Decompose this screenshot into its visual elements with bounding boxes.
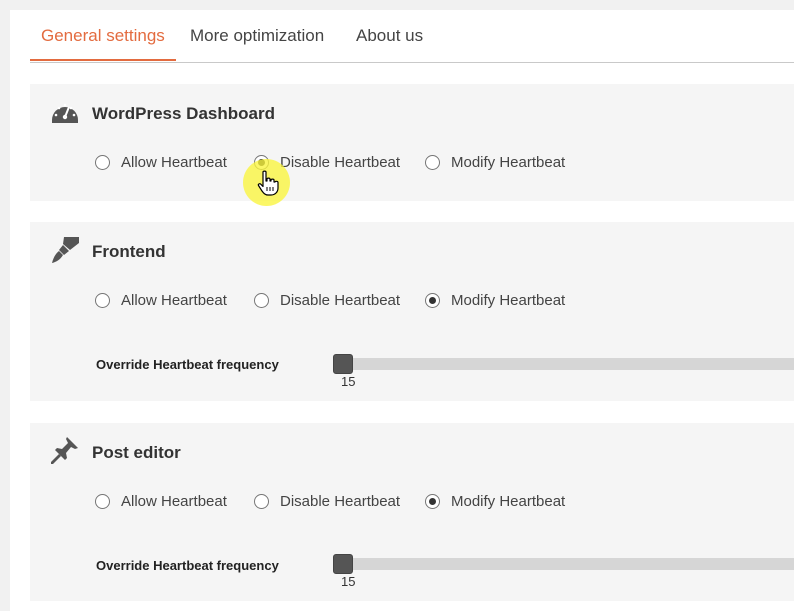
pushpin-icon	[51, 437, 78, 464]
frequency-slider-handle[interactable]	[333, 554, 353, 574]
radio-label: Modify Heartbeat	[451, 492, 566, 510]
frequency-value: 15	[341, 374, 356, 389]
radio-button[interactable]	[425, 292, 440, 308]
radio-modify-heartbeat[interactable]: Modify Heartbeat	[425, 290, 565, 310]
active-tab-indicator	[30, 59, 176, 61]
radio-button[interactable]	[425, 154, 440, 170]
radio-allow-heartbeat[interactable]: Allow Heartbeat	[95, 491, 227, 511]
radio-label: Disable Heartbeat	[280, 153, 401, 171]
tab-bar: General settings More optimization About…	[30, 10, 794, 63]
section-frontend: Frontend Allow Heartbeat Disable Heartbe…	[30, 222, 794, 401]
radio-modify-heartbeat[interactable]: Modify Heartbeat	[425, 491, 565, 511]
radio-label: Allow Heartbeat	[121, 492, 227, 510]
frequency-slider-handle[interactable]	[333, 354, 353, 374]
tab-about-us[interactable]: About us	[356, 26, 423, 46]
radio-button[interactable]	[254, 493, 269, 509]
radio-button[interactable]	[95, 292, 110, 308]
frequency-label: Override Heartbeat frequency	[96, 558, 279, 573]
section-post-editor: Post editor Allow Heartbeat Disable Hear…	[30, 423, 794, 601]
radio-disable-heartbeat[interactable]: Disable Heartbeat	[254, 491, 400, 511]
radio-label: Disable Heartbeat	[280, 492, 401, 510]
tab-general-settings[interactable]: General settings	[41, 26, 165, 46]
frequency-value: 15	[341, 574, 356, 589]
hand-pointer-cursor-icon	[257, 170, 279, 196]
radio-modify-heartbeat[interactable]: Modify Heartbeat	[425, 152, 565, 172]
radio-button[interactable]	[254, 292, 269, 308]
radio-label: Disable Heartbeat	[280, 291, 401, 309]
section-title: WordPress Dashboard	[92, 104, 275, 123]
radio-button[interactable]	[95, 154, 110, 170]
paintbrush-icon	[52, 237, 79, 263]
section-title: Post editor	[92, 443, 181, 462]
radio-button[interactable]	[95, 493, 110, 509]
radio-label: Modify Heartbeat	[451, 153, 566, 171]
dashboard-gauge-icon	[52, 103, 78, 123]
frequency-label: Override Heartbeat frequency	[96, 357, 279, 372]
radio-allow-heartbeat[interactable]: Allow Heartbeat	[95, 152, 227, 172]
frequency-slider-track[interactable]	[333, 358, 794, 370]
radio-button[interactable]	[425, 493, 440, 509]
radio-disable-heartbeat[interactable]: Disable Heartbeat	[254, 290, 400, 310]
tab-more-optimization[interactable]: More optimization	[190, 26, 324, 46]
radio-allow-heartbeat[interactable]: Allow Heartbeat	[95, 290, 227, 310]
settings-page: General settings More optimization About…	[10, 10, 794, 611]
frequency-slider-track[interactable]	[333, 558, 794, 570]
radio-label: Allow Heartbeat	[121, 291, 227, 309]
section-wordpress-dashboard: WordPress Dashboard Allow Heartbeat Disa…	[30, 84, 794, 201]
section-title: Frontend	[92, 242, 166, 261]
radio-label: Modify Heartbeat	[451, 291, 566, 309]
radio-label: Allow Heartbeat	[121, 153, 227, 171]
